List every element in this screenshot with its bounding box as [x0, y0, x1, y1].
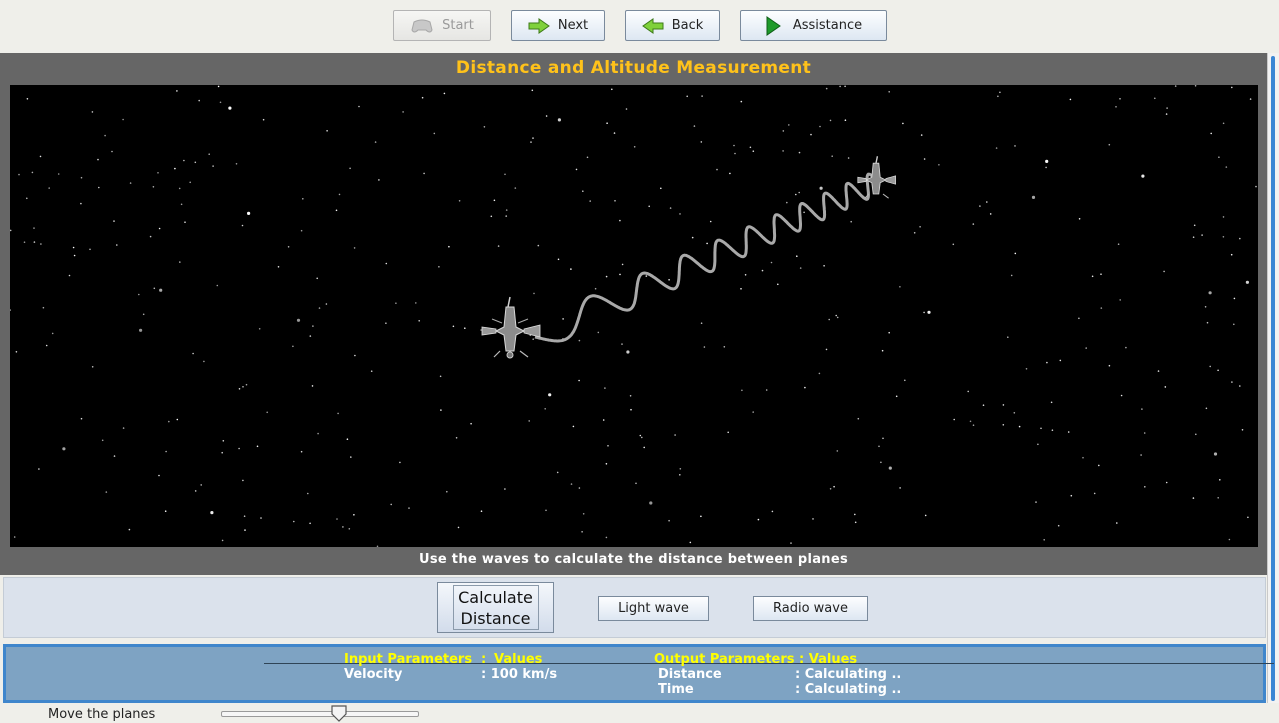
velocity-label: Velocity [344, 667, 403, 682]
toolbar: Start Next Back Assistance [0, 0, 1279, 53]
assistance-label: Assistance [792, 18, 863, 33]
instruction-text: Use the waves to calculate the distance … [418, 552, 849, 567]
parameters-panel: Input Parameters : Values Output Paramet… [3, 644, 1274, 703]
radio-wave-button[interactable]: Radio wave [753, 596, 868, 621]
back-button[interactable]: Back [625, 10, 720, 41]
calculate-line2: Distance [460, 608, 531, 628]
arrow-right-icon [528, 17, 550, 34]
wave-scene [481, 156, 896, 359]
next-button[interactable]: Next [511, 10, 605, 41]
time-label: Time [658, 682, 694, 697]
light-wave-label: Light wave [618, 601, 689, 616]
move-planes-slider[interactable] [221, 711, 419, 717]
velocity-value: : 100 km/s [481, 667, 558, 682]
vertical-scrollbar[interactable] [1267, 53, 1279, 703]
scrollbar-thumb[interactable] [1271, 56, 1275, 701]
start-label: Start [442, 18, 474, 33]
input-parameters-header: Input Parameters [344, 652, 473, 667]
calculate-line1: Calculate [458, 587, 533, 607]
output-parameters-header: Output Parameters : Values [654, 652, 858, 667]
page-title: Distance and Altitude Measurement [455, 58, 812, 78]
time-value: : Calculating .. [795, 682, 902, 697]
gamepad-icon [411, 19, 433, 32]
assistance-button[interactable]: Assistance [740, 10, 887, 41]
distance-label: Distance [658, 667, 722, 682]
calculate-distance-button[interactable]: Calculate Distance [437, 582, 554, 633]
start-button[interactable]: Start [393, 10, 491, 41]
input-header-separator: : [481, 652, 487, 667]
radio-wave [534, 172, 880, 343]
back-label: Back [671, 18, 704, 33]
controls-panel: Calculate Distance Light wave Radio wave [3, 577, 1266, 638]
right-plane-icon [857, 156, 896, 199]
distance-value: : Calculating .. [795, 667, 902, 682]
space-scene[interactable] [10, 85, 1258, 547]
slider-thumb[interactable] [330, 705, 348, 723]
left-plane-icon [481, 296, 541, 359]
arrow-left-icon [641, 17, 664, 34]
next-label: Next [557, 18, 589, 33]
radio-wave-label: Radio wave [773, 601, 848, 616]
move-planes-label: Move the planes [48, 707, 156, 722]
slider-row: Move the planes [0, 703, 1267, 723]
input-values-header: Values [494, 652, 543, 667]
simulation-panel: Distance and Altitude Measurement Use th… [0, 53, 1267, 575]
play-icon [766, 15, 781, 36]
calculate-distance-label: Calculate Distance [452, 585, 539, 630]
light-wave-button[interactable]: Light wave [598, 596, 709, 621]
